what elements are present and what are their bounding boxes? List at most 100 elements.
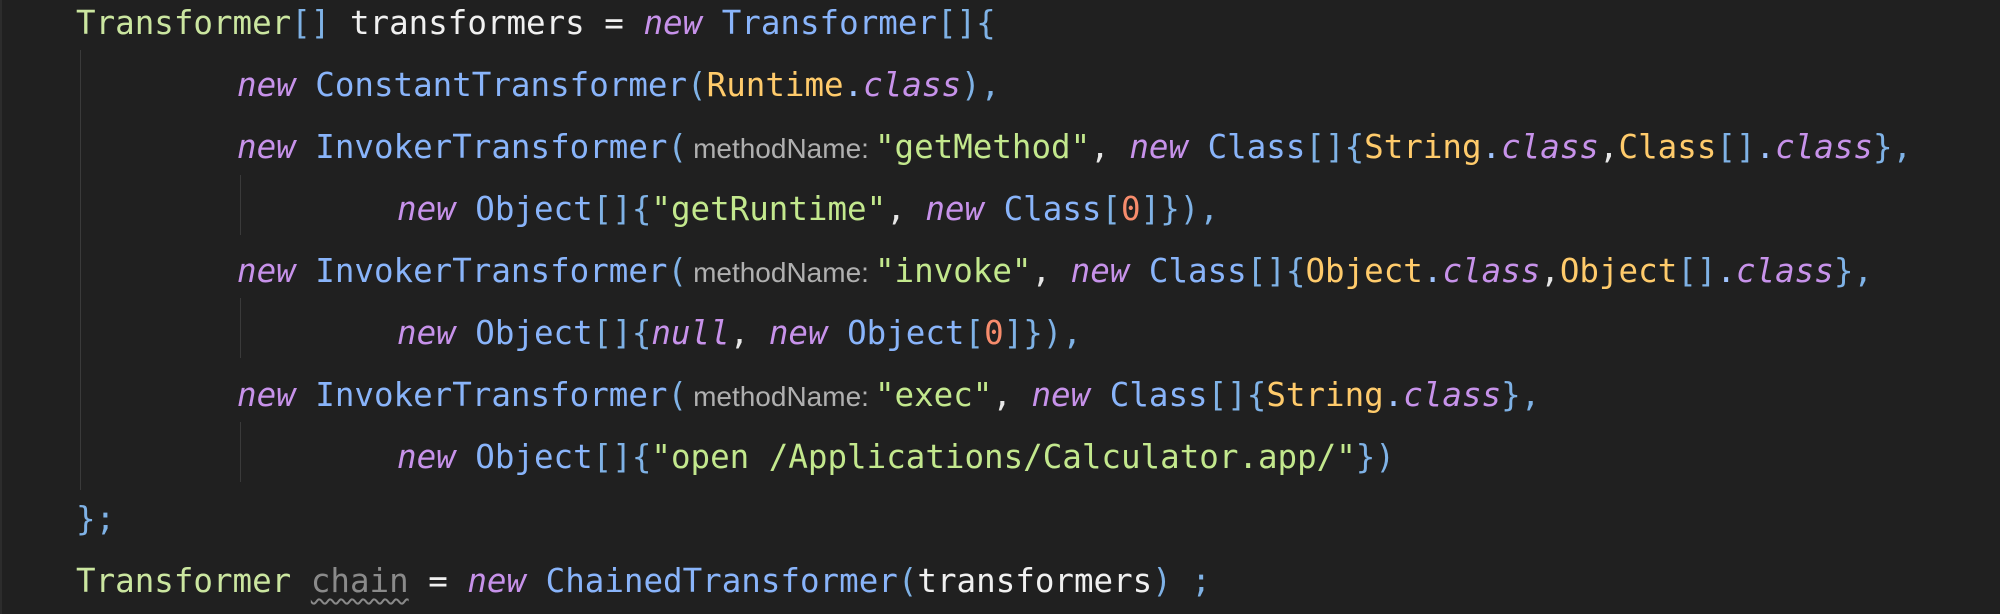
code-token: transformers (917, 562, 1153, 600)
code-token: }, (1501, 376, 1541, 414)
code-token: Transformer (76, 4, 292, 42)
code-token: new (397, 314, 456, 352)
code-line[interactable]: new Object[]{"open /Applications/Calcula… (397, 426, 1395, 488)
code-token: ChainedTransformer (526, 562, 898, 600)
unused-variable-warning[interactable]: chain (311, 562, 409, 600)
code-token: Object (827, 314, 965, 352)
code-token: new (397, 438, 456, 476)
code-token: new (397, 190, 456, 228)
code-token: new (1031, 376, 1091, 414)
code-token: new (1070, 252, 1130, 290)
code-token: "invoke" (874, 252, 1032, 290)
code-token: [] (592, 190, 632, 228)
code-token: Object (1559, 252, 1678, 290)
code-token: { (976, 4, 996, 42)
code-token: Class (1129, 252, 1247, 290)
code-token: [ (1101, 190, 1122, 228)
code-token: , (729, 314, 769, 352)
indent-guide (240, 175, 241, 235)
code-editor[interactable]: Transformer[] transformers = new Transfo… (0, 0, 2000, 614)
code-token: Class (984, 190, 1102, 228)
code-token: ( (667, 252, 688, 290)
code-token: ConstantTransformer (295, 66, 688, 104)
parameter-hint: methodName: (693, 381, 869, 412)
code-token: , (1090, 128, 1130, 166)
code-token: String (1364, 128, 1482, 166)
code-line[interactable]: new ConstantTransformer(Runtime.class), (237, 54, 1000, 116)
code-token: ( (667, 376, 688, 414)
code-token: Object (455, 190, 593, 228)
code-token: class (1403, 376, 1502, 414)
indent-guide (240, 422, 241, 482)
code-token: InvokerTransformer (295, 128, 668, 166)
code-token: new (237, 252, 296, 290)
code-token: ) ; (1152, 562, 1211, 600)
code-line[interactable]: new Object[]{null, new Object[0]}), (397, 302, 1082, 364)
code-token: [] (936, 4, 977, 42)
code-token: [ (964, 314, 985, 352)
code-token: "open /Applications/Calculator.app/" (651, 438, 1356, 476)
code-token: . (843, 66, 864, 104)
code-token: new (643, 4, 703, 42)
indent-guide (240, 298, 241, 358)
code-token: [] (1305, 128, 1345, 166)
code-line[interactable]: Transformer[] transformers = new Transfo… (76, 0, 996, 54)
code-token: { (631, 190, 652, 228)
code-token: "getRuntime" (651, 190, 887, 228)
code-line[interactable]: Transformer chain = new ChainedTransform… (76, 550, 1211, 612)
code-token: InvokerTransformer (295, 376, 668, 414)
code-token: Transformer (702, 4, 937, 42)
code-token: InvokerTransformer (295, 252, 668, 290)
code-token: { (1344, 128, 1365, 166)
code-token: , (1598, 128, 1619, 166)
editor-left-edge (0, 0, 2, 614)
code-token: 0 (984, 314, 1004, 352)
code-line[interactable]: new Object[]{"getRuntime", new Class[0]}… (397, 178, 1219, 240)
parameter-hint: methodName: (693, 133, 869, 164)
code-token: new (768, 314, 828, 352)
code-token: Object (455, 314, 593, 352)
code-line[interactable]: new InvokerTransformer(methodName: "invok… (237, 240, 1873, 302)
code-token: [] (1246, 252, 1286, 290)
code-token: transformers = (330, 4, 644, 42)
code-token: . (1755, 128, 1776, 166)
code-line[interactable]: new InvokerTransformer(methodName: "getMe… (237, 116, 1912, 178)
code-token: class (863, 66, 962, 104)
code-token: class (1501, 128, 1599, 166)
code-token: . (1481, 128, 1502, 166)
code-line[interactable]: new InvokerTransformer(methodName: "exec"… (237, 364, 1540, 426)
code-token: }) (1355, 438, 1395, 476)
code-token: }), (1160, 190, 1219, 228)
code-token: [] (1207, 376, 1247, 414)
code-line[interactable]: }; (76, 488, 115, 550)
code-token: }, (1872, 128, 1913, 166)
code-token: String (1266, 376, 1384, 414)
code-token: ( (687, 66, 707, 104)
code-token: [] (291, 4, 331, 42)
code-token: new (237, 376, 296, 414)
code-token: [] (1716, 128, 1756, 166)
code-token: new (237, 66, 296, 104)
code-token: ( (667, 128, 688, 166)
code-token: Object (455, 438, 593, 476)
code-token: new (467, 562, 527, 600)
code-token: ), (961, 66, 1001, 104)
code-token: new (925, 190, 985, 228)
code-token: . (1383, 376, 1404, 414)
code-token: , (886, 190, 926, 228)
code-token: }), (1023, 314, 1082, 352)
code-token: [] (592, 314, 632, 352)
code-token: . (1716, 252, 1736, 290)
code-token: . (1422, 252, 1443, 290)
code-token: , (992, 376, 1032, 414)
code-token: [] (592, 438, 632, 476)
code-token: Object (1305, 252, 1423, 290)
code-token: class (1442, 252, 1541, 290)
code-token: Class (1618, 128, 1717, 166)
code-token: Class (1090, 376, 1208, 414)
code-token: , (1031, 252, 1071, 290)
parameter-hint: methodName: (693, 257, 869, 288)
code-token: { (1285, 252, 1306, 290)
code-token: class (1775, 128, 1873, 166)
